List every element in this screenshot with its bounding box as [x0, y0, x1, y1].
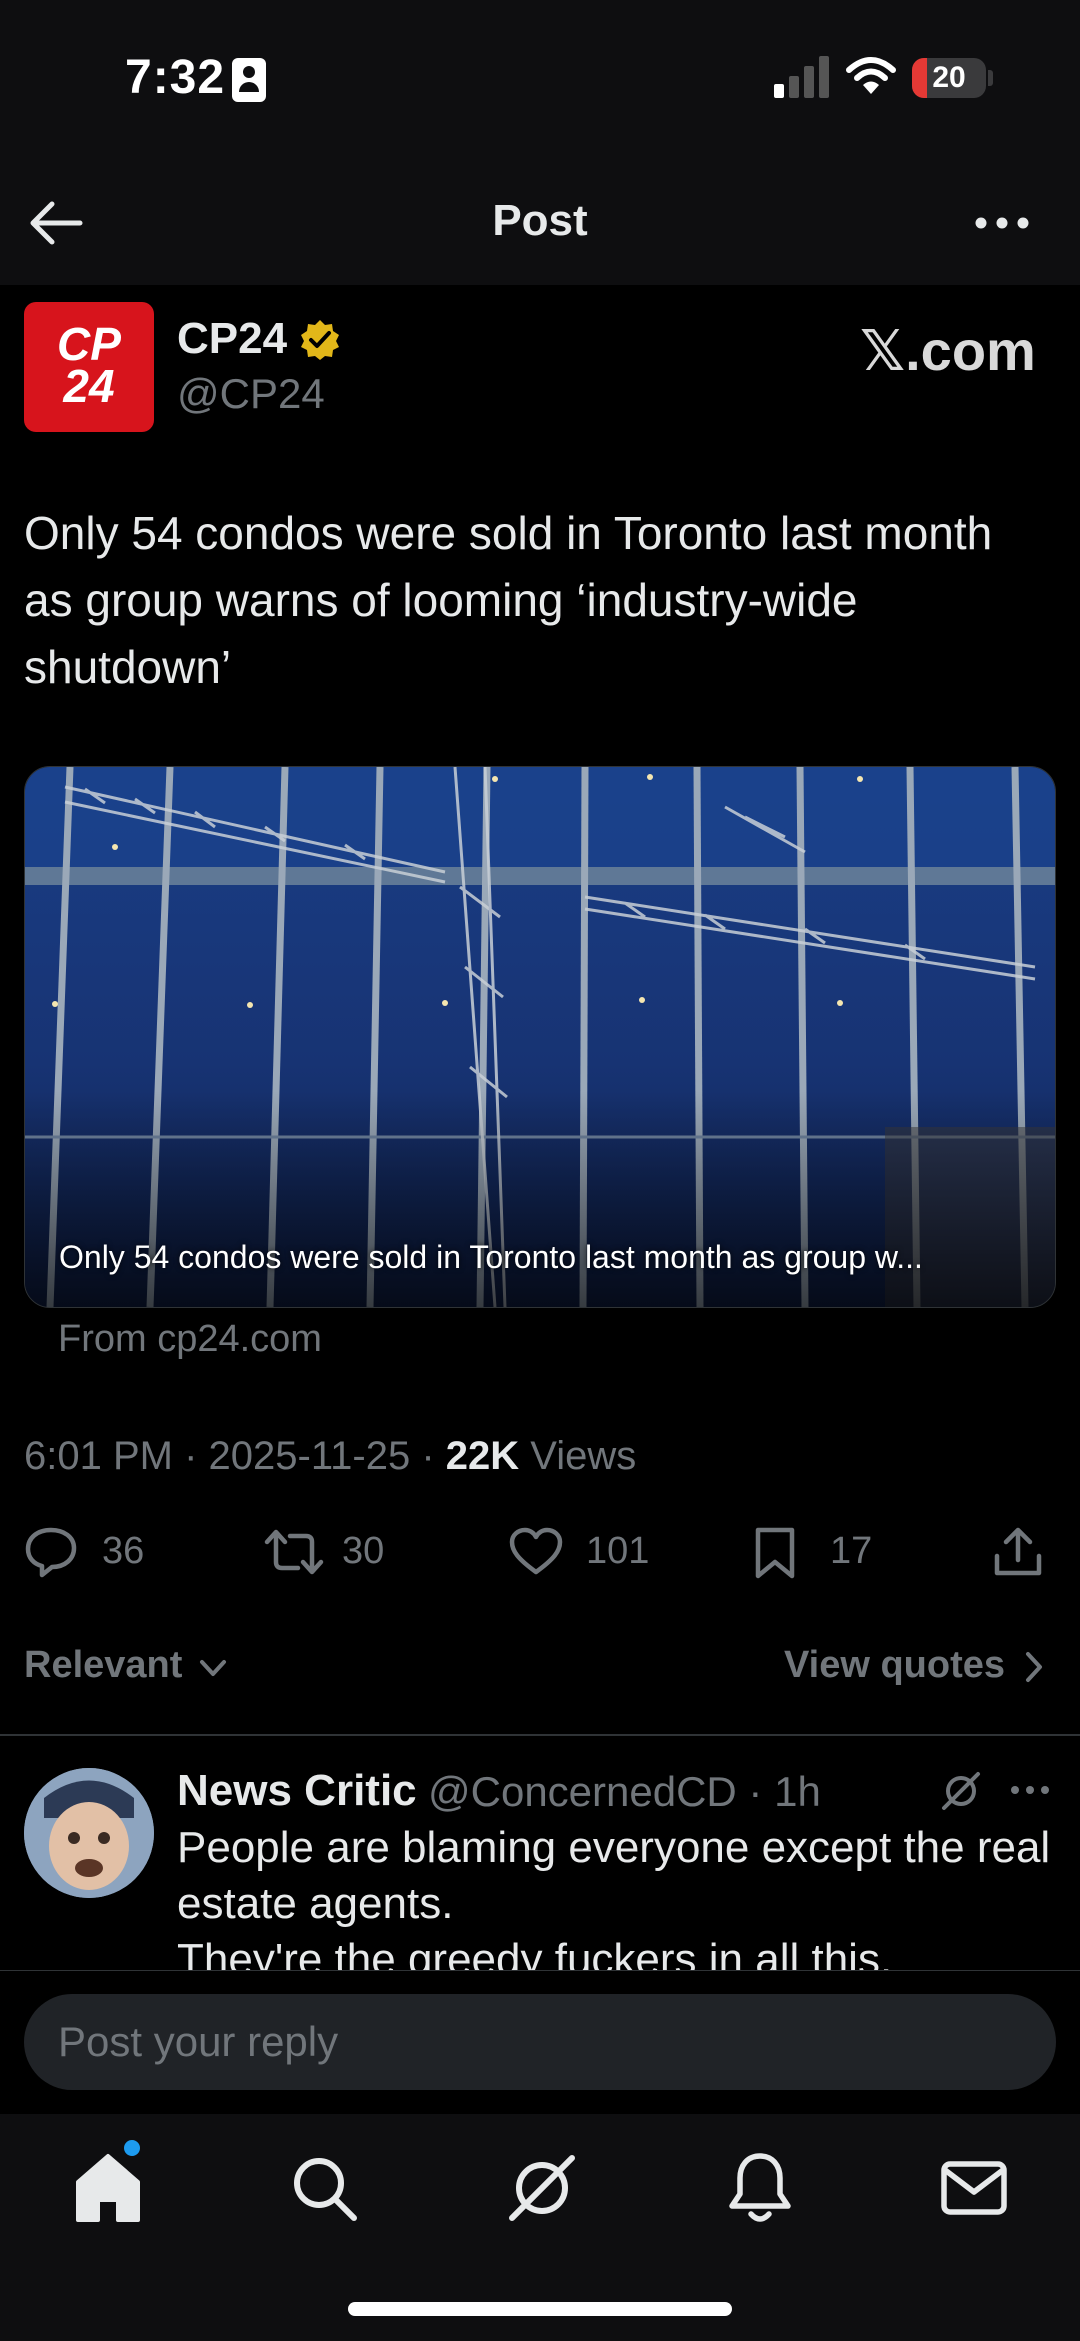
battery-indicator: 20 — [912, 58, 986, 98]
reply-input[interactable] — [24, 1994, 1056, 2090]
battery-level: 20 — [932, 61, 966, 94]
card-source[interactable]: From cp24.com — [58, 1318, 322, 1361]
view-quotes-link[interactable]: View quotes — [784, 1644, 1005, 1687]
repost-button[interactable]: 30 — [264, 1522, 414, 1582]
like-count: 101 — [586, 1530, 650, 1572]
status-time: 7:32 — [125, 51, 226, 104]
repost-count: 30 — [342, 1530, 385, 1572]
more-horizontal-icon[interactable] — [1010, 1780, 1050, 1800]
avatar-logo-text-bottom: 24 — [63, 360, 115, 412]
post-time: 6:01 PM — [24, 1434, 173, 1478]
reply-button[interactable]: 36 — [24, 1522, 174, 1582]
reply-text-line: People are blaming everyone except the r… — [177, 1823, 1051, 1928]
post-date: 2025-11-25 — [208, 1434, 411, 1478]
battery-cap — [988, 70, 993, 86]
more-horizontal-icon[interactable] — [975, 210, 1029, 236]
reply-icon — [25, 1527, 77, 1578]
divider — [0, 1734, 1080, 1736]
home-indicator[interactable] — [348, 2302, 732, 2316]
share-icon — [994, 1527, 1042, 1576]
reply-text-line: They're the greedy fuckers in all this. — [177, 1935, 893, 1970]
mail-icon[interactable] — [934, 2148, 1014, 2228]
meta-separator: · — [421, 1434, 435, 1478]
home-icon[interactable] — [68, 2148, 148, 2228]
post-meta: 6:01 PM · 2025-11-25 · 22K Views — [24, 1434, 636, 1479]
reply-count: 36 — [102, 1530, 145, 1572]
reply-avatar[interactable] — [24, 1768, 154, 1898]
heart-icon — [509, 1527, 563, 1575]
views-count: 22K — [445, 1434, 520, 1478]
reply-avatar-image — [24, 1768, 154, 1898]
author-name[interactable]: CP24 — [177, 314, 287, 364]
sort-relevant-button[interactable]: Relevant — [24, 1644, 182, 1687]
link-preview-card[interactable]: Only 54 condos were sold in Toronto last… — [24, 766, 1056, 1308]
reply-handle-time[interactable]: @ConcernedCD · 1h — [428, 1768, 821, 1816]
like-button[interactable]: 101 — [508, 1522, 658, 1582]
grok-icon[interactable] — [940, 1770, 982, 1812]
contact-card-icon — [232, 58, 266, 102]
bell-icon[interactable] — [720, 2148, 800, 2228]
post-text: Only 54 condos were sold in Toronto last… — [24, 507, 993, 693]
grok-icon[interactable] — [502, 2148, 582, 2228]
search-icon[interactable] — [284, 2148, 364, 2228]
page-title: Post — [492, 196, 588, 245]
home-notification-dot — [124, 2140, 140, 2156]
meta-separator: · — [184, 1434, 198, 1478]
gold-verified-icon[interactable] — [298, 318, 342, 362]
bookmark-icon — [755, 1527, 795, 1579]
bookmark-button[interactable]: 17 — [752, 1522, 872, 1582]
cellular-signal-icon — [774, 54, 830, 98]
wifi-icon — [846, 57, 896, 94]
author-handle[interactable]: @CP24 — [177, 370, 325, 418]
chevron-down-icon[interactable] — [198, 1656, 228, 1680]
author-avatar[interactable]: CP 24 — [24, 302, 154, 432]
reply-author-name[interactable]: News Critic — [177, 1766, 417, 1816]
share-button[interactable] — [992, 1522, 1052, 1582]
x-watermark: 𝕏.com — [860, 319, 1036, 382]
reply-text: People are blaming everyone except the r… — [177, 1820, 1057, 1970]
repost-icon — [264, 1529, 324, 1575]
views-label: Views — [530, 1434, 637, 1478]
card-image — [25, 767, 1055, 1307]
card-caption: Only 54 condos were sold in Toronto last… — [59, 1239, 923, 1275]
bookmark-count: 17 — [830, 1530, 873, 1572]
chevron-right-icon[interactable] — [1024, 1650, 1044, 1684]
reply-text-container: People are blaming everyone except the r… — [177, 1820, 1057, 1970]
